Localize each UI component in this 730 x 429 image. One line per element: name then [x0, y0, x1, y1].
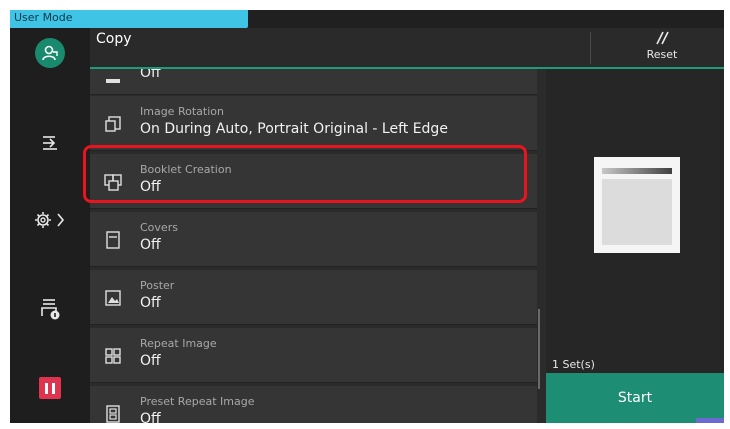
repeat-image-icon [104, 347, 122, 365]
preview-header-bar [602, 168, 672, 174]
page-title: Copy [96, 31, 132, 47]
pause-icon [39, 377, 61, 399]
user-icon [35, 38, 65, 68]
copy-screen: User Mode Copy Reset Off Image Rotation … [10, 10, 724, 423]
left-rail [10, 10, 90, 423]
header-divider [590, 32, 591, 64]
list-item-image-rotation[interactable]: Image Rotation On During Auto, Portrait … [90, 96, 537, 151]
settings-button[interactable] [10, 198, 90, 242]
job-status-button[interactable] [10, 286, 90, 330]
output-preview-thumbnail [594, 157, 680, 253]
reset-icon [656, 31, 669, 44]
list-item-value: Off [140, 237, 161, 253]
reset-label: Reset [646, 47, 678, 61]
corner-indicator [696, 418, 724, 423]
list-item-poster[interactable]: Poster Off [90, 270, 537, 325]
printer-info-icon [41, 299, 60, 320]
list-item-value: Off [140, 353, 161, 369]
image-rotation-icon [104, 115, 122, 133]
list-item-label: Preset Repeat Image [140, 395, 255, 408]
preset-repeat-image-icon [104, 405, 122, 423]
list-item-value: On During Auto, Portrait Original - Left… [140, 121, 448, 137]
start-button[interactable]: Start [546, 373, 724, 423]
user-button[interactable] [10, 31, 90, 75]
list-item-label: Repeat Image [140, 337, 217, 350]
list-item-label: Image Rotation [140, 105, 224, 118]
app-header: Copy Reset [90, 28, 724, 68]
list-item-preset-repeat-image[interactable]: Preset Repeat Image Off [90, 386, 537, 423]
sets-count: 1 Set(s) [552, 358, 595, 371]
feature-list: Off Image Rotation On During Auto, Portr… [90, 69, 546, 423]
reset-button[interactable]: Reset [600, 22, 724, 68]
preview-page-body [602, 179, 672, 245]
selection-highlight [83, 145, 527, 203]
poster-icon [104, 289, 122, 307]
list-item-label: Covers [140, 221, 178, 234]
list-item-covers[interactable]: Covers Off [90, 212, 537, 267]
dash-icon [104, 69, 122, 87]
list-item-value: Off [140, 411, 161, 423]
login-arrow-icon [43, 136, 57, 150]
pause-button[interactable] [10, 366, 90, 410]
list-scrollbar[interactable] [538, 309, 540, 389]
list-item-value: Off [140, 295, 161, 311]
gear-icon [35, 212, 65, 228]
user-mode-tab: User Mode [10, 10, 248, 28]
list-item-partial[interactable]: Off [90, 69, 537, 95]
covers-icon [104, 231, 122, 249]
login-button[interactable] [10, 120, 90, 164]
user-mode-label: User Mode [14, 11, 73, 24]
list-item-value: Off [140, 69, 161, 81]
preview-panel: 1 Set(s) [546, 69, 724, 373]
list-item-repeat-image[interactable]: Repeat Image Off [90, 328, 537, 383]
list-item-label: Poster [140, 279, 175, 292]
